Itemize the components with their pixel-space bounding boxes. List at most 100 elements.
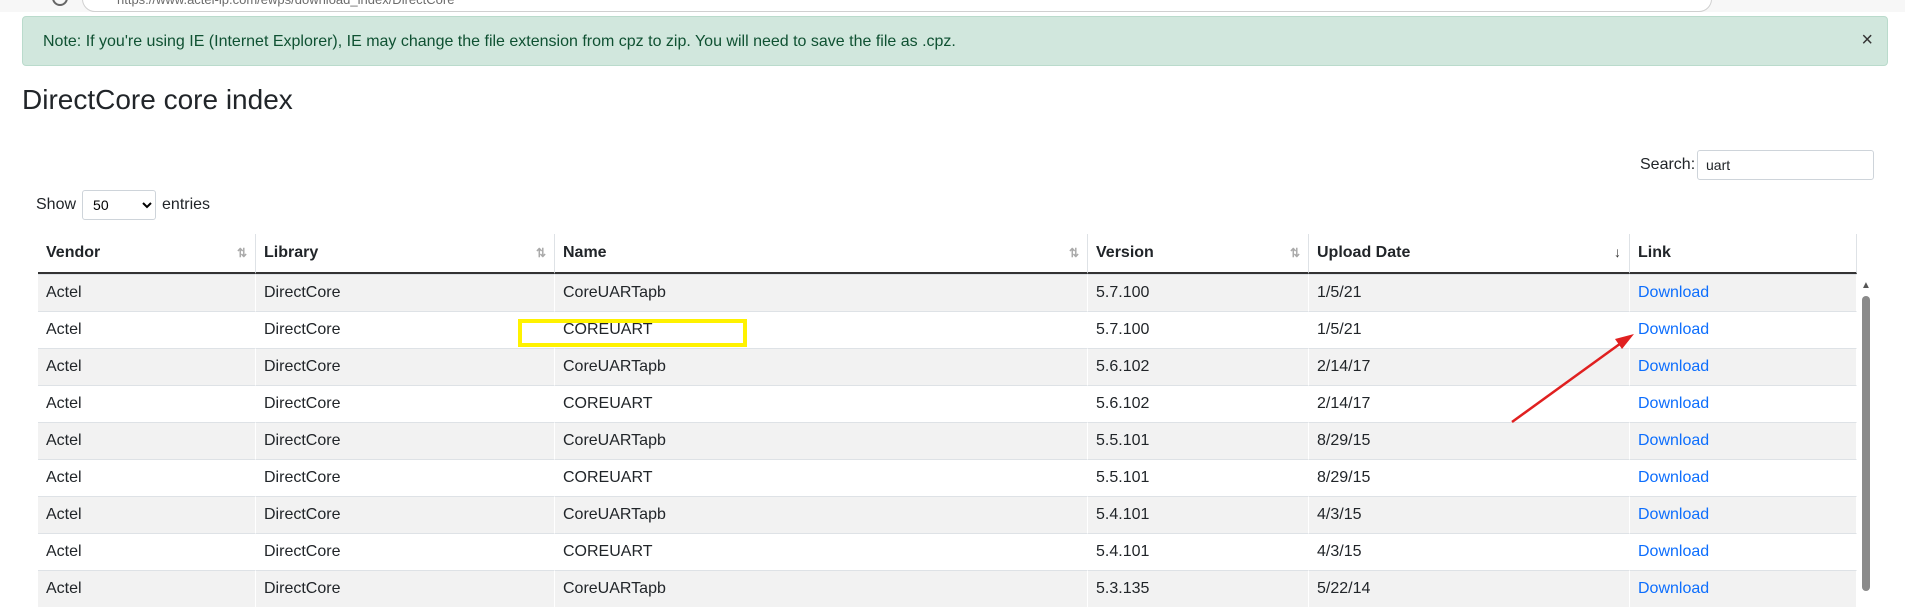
cell-vendor: Actel <box>38 459 256 496</box>
download-link[interactable]: Download <box>1638 358 1709 375</box>
cell-library: DirectCore <box>256 496 555 533</box>
cell-vendor: Actel <box>38 422 256 459</box>
cell-link: Download <box>1630 570 1857 607</box>
cell-version: 5.5.101 <box>1088 422 1309 459</box>
cell-library: DirectCore <box>256 570 555 607</box>
cell-link: Download <box>1630 496 1857 533</box>
cell-upload-date: 2/14/17 <box>1309 348 1630 385</box>
cell-link: Download <box>1630 533 1857 570</box>
table-row: Actel DirectCore COREUART 5.7.100 1/5/21 Down… <box>38 311 1857 348</box>
cell-library: DirectCore <box>256 348 555 385</box>
entries-label: entries <box>162 196 211 213</box>
download-link[interactable]: Download <box>1638 469 1709 486</box>
cell-vendor: Actel <box>38 274 256 311</box>
cell-vendor: Actel <box>38 385 256 422</box>
cell-link: Download <box>1630 459 1857 496</box>
cell-version: 5.7.100 <box>1088 274 1309 311</box>
cell-name: CoreUARTapb <box>555 496 1088 533</box>
cell-upload-date: 8/29/15 <box>1309 422 1630 459</box>
cell-vendor: Actel <box>38 348 256 385</box>
cell-link: Download <box>1630 311 1857 348</box>
column-header-upload-date[interactable]: Upload Date ↓ <box>1309 234 1630 274</box>
sort-icon: ⇅ <box>1068 246 1079 260</box>
ie-warning-alert: Note: If you're using IE (Internet Explo… <box>22 16 1888 66</box>
cell-name: COREUART <box>555 385 1088 422</box>
cell-link: Download <box>1630 348 1857 385</box>
entries-per-page-select[interactable]: 50 <box>82 190 157 220</box>
table-header-row: Vendor ⇅ Library ⇅ Name ⇅ Version ⇅ Upload D… <box>38 234 1857 274</box>
cell-version: 5.3.135 <box>1088 570 1309 607</box>
sort-icon: ⇅ <box>535 246 546 260</box>
column-header-vendor[interactable]: Vendor ⇅ <box>38 234 256 274</box>
sort-icon: ⇅ <box>1289 246 1300 260</box>
cell-name: CoreUARTapb <box>555 422 1088 459</box>
browser-chrome: https://www.actel-ip.com/ewps/download_i… <box>0 0 1905 12</box>
column-header-library[interactable]: Library ⇅ <box>256 234 555 274</box>
cell-name: COREUART <box>555 533 1088 570</box>
cell-library: DirectCore <box>256 459 555 496</box>
column-header-link: Link <box>1630 234 1857 274</box>
column-header-version[interactable]: Version ⇅ <box>1088 234 1309 274</box>
cell-name: COREUART <box>555 459 1088 496</box>
cell-upload-date: 8/29/15 <box>1309 459 1630 496</box>
show-label: Show <box>36 196 77 213</box>
cell-vendor: Actel <box>38 533 256 570</box>
cell-version: 5.4.101 <box>1088 533 1309 570</box>
cell-name: CoreUARTapb <box>555 348 1088 385</box>
close-icon[interactable]: × <box>1861 29 1873 52</box>
search-label: Search: <box>1640 156 1696 173</box>
download-link[interactable]: Download <box>1638 432 1709 449</box>
cell-name: CoreUARTapb <box>555 274 1088 311</box>
cell-upload-date: 4/3/15 <box>1309 496 1630 533</box>
table-row: Actel DirectCore CoreUARTapb 5.3.135 5/22/14… <box>38 570 1857 607</box>
page-title: DirectCore core index <box>22 84 293 115</box>
cell-name: COREUART <box>555 311 1088 348</box>
table-row: Actel DirectCore CoreUARTapb 5.6.102 2/14/17… <box>38 348 1857 385</box>
vertical-scrollbar[interactable]: ▲ <box>1860 280 1872 591</box>
table-row: Actel DirectCore COREUART 5.4.101 4/3/15 Down… <box>38 533 1857 570</box>
cell-library: DirectCore <box>256 533 555 570</box>
cell-upload-date: 1/5/21 <box>1309 274 1630 311</box>
download-link[interactable]: Download <box>1638 543 1709 560</box>
cell-upload-date: 1/5/21 <box>1309 311 1630 348</box>
address-bar[interactable]: https://www.actel-ip.com/ewps/download_i… <box>82 0 1712 12</box>
download-link[interactable]: Download <box>1638 506 1709 523</box>
cell-version: 5.6.102 <box>1088 348 1309 385</box>
download-link[interactable]: Download <box>1638 580 1709 597</box>
download-link[interactable]: Download <box>1638 395 1709 412</box>
core-index-table: Vendor ⇅ Library ⇅ Name ⇅ Version ⇅ Upload D… <box>38 234 1857 607</box>
table-row: Actel DirectCore COREUART 5.6.102 2/14/17 Dow… <box>38 385 1857 422</box>
table-row: Actel DirectCore CoreUARTapb 5.5.101 8/29/15… <box>38 422 1857 459</box>
cell-version: 5.5.101 <box>1088 459 1309 496</box>
scroll-up-icon[interactable]: ▲ <box>1861 280 1871 291</box>
cell-vendor: Actel <box>38 496 256 533</box>
alert-message: Note: If you're using IE (Internet Explo… <box>43 33 956 50</box>
cell-link: Download <box>1630 422 1857 459</box>
cell-version: 5.6.102 <box>1088 385 1309 422</box>
table-row: Actel DirectCore CoreUARTapb 5.7.100 1/5/21 D… <box>38 274 1857 311</box>
show-entries-control: Show 50 entries <box>36 190 210 220</box>
cell-upload-date: 5/22/14 <box>1309 570 1630 607</box>
cell-vendor: Actel <box>38 311 256 348</box>
column-header-name[interactable]: Name ⇅ <box>555 234 1088 274</box>
download-link[interactable]: Download <box>1638 321 1709 338</box>
cell-upload-date: 4/3/15 <box>1309 533 1630 570</box>
search-input[interactable] <box>1697 150 1874 180</box>
scrollbar-thumb[interactable] <box>1862 296 1870 591</box>
cell-library: DirectCore <box>256 422 555 459</box>
table-row: Actel DirectCore CoreUARTapb 5.4.101 4/3/15 D… <box>38 496 1857 533</box>
cell-name: CoreUARTapb <box>555 570 1088 607</box>
sort-icon: ⇅ <box>236 246 247 260</box>
cell-link: Download <box>1630 274 1857 311</box>
cell-version: 5.7.100 <box>1088 311 1309 348</box>
cell-library: DirectCore <box>256 274 555 311</box>
cell-upload-date: 2/14/17 <box>1309 385 1630 422</box>
cell-link: Download <box>1630 385 1857 422</box>
download-link[interactable]: Download <box>1638 284 1709 301</box>
reload-icon[interactable] <box>52 0 68 6</box>
table-row: Actel DirectCore COREUART 5.5.101 8/29/15 Dow… <box>38 459 1857 496</box>
cell-vendor: Actel <box>38 570 256 607</box>
sort-desc-icon: ↓ <box>1614 244 1621 260</box>
cell-library: DirectCore <box>256 311 555 348</box>
cell-version: 5.4.101 <box>1088 496 1309 533</box>
